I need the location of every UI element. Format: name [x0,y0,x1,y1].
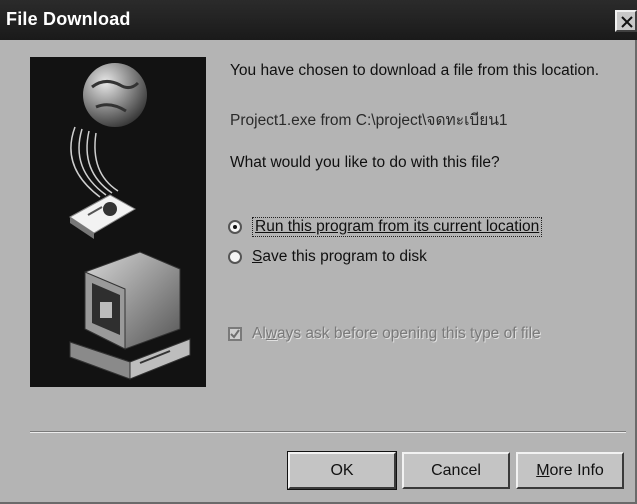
window-title: File Download [6,9,131,29]
save-radio-button[interactable] [228,250,242,264]
save-option-label-rest: ave this program to disk [262,248,427,265]
save-program-option[interactable]: Save this program to disk [228,247,427,267]
run-option-label[interactable]: Run this program from its current locati… [252,217,543,237]
run-radio-button[interactable] [228,220,242,234]
always-ask-label: Always ask before opening this type of f… [252,325,541,343]
always-ask-label-prefix: Al [252,325,266,342]
save-option-label[interactable]: Save this program to disk [252,248,427,266]
ok-button[interactable]: OK [287,451,397,490]
globe-computer-illustration-icon [30,57,206,387]
file-download-dialog: File Download You have chosen to downloa… [0,0,637,504]
always-ask-label-rest: ays ask before opening this type of file [277,325,541,342]
file-path-text: Project1.exe from C:\project\จดทะเบียน1 [230,112,508,129]
save-access-key: S [252,248,263,265]
title-bar[interactable]: File Download [0,0,637,40]
always-ask-checkbox [228,327,242,341]
checkmark-icon [230,329,240,339]
run-program-option[interactable]: Run this program from its current locati… [228,217,543,237]
always-ask-option: Always ask before opening this type of f… [228,325,541,343]
cancel-button[interactable]: Cancel [402,452,510,489]
action-question: What would you like to do with this file… [230,154,500,171]
download-illustration [30,57,206,387]
download-location-message: You have chosen to download a file from … [230,62,600,79]
button-separator [30,431,626,433]
close-button[interactable] [615,10,637,32]
close-icon [621,16,633,28]
more-info-access-key: M [536,462,550,479]
always-ask-access-key: w [265,325,277,342]
more-info-label-rest: ore Info [549,462,604,479]
more-info-button[interactable]: More Info [516,452,624,489]
